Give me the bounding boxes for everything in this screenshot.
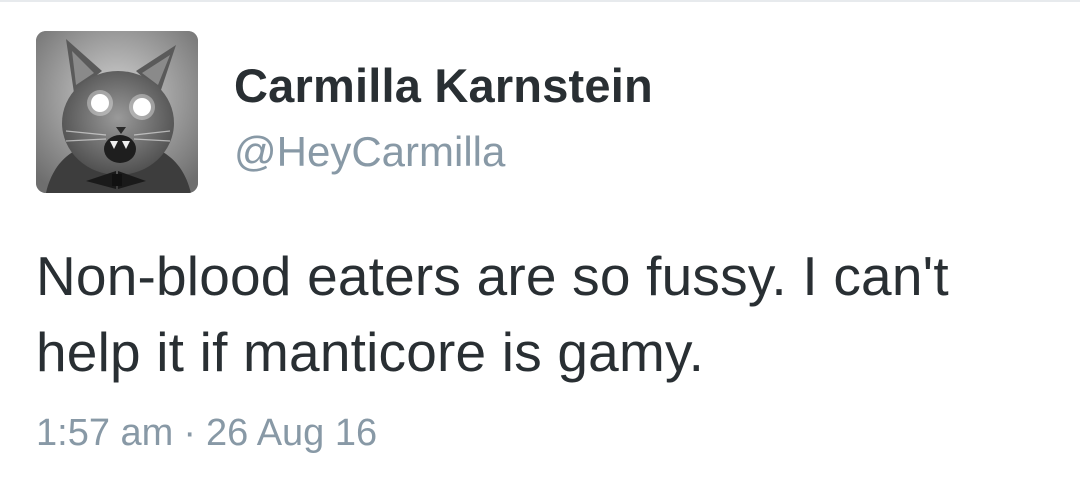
tweet-date: 26 Aug 16 — [205, 412, 378, 454]
tweet-time: 1:57 am — [36, 412, 174, 454]
top-divider — [0, 0, 1080, 2]
avatar[interactable] — [36, 31, 198, 193]
tweet-text: Non-blood eaters are so fussy. I can't h… — [36, 245, 949, 383]
user-handle[interactable]: @HeyCarmilla — [234, 128, 505, 176]
display-name[interactable]: Carmilla Karnstein — [234, 58, 653, 113]
meta-separator: · — [183, 412, 196, 454]
cat-avatar-icon — [36, 31, 198, 193]
tweet-timestamp[interactable]: 1:57 am · 26 Aug 16 — [36, 412, 377, 455]
